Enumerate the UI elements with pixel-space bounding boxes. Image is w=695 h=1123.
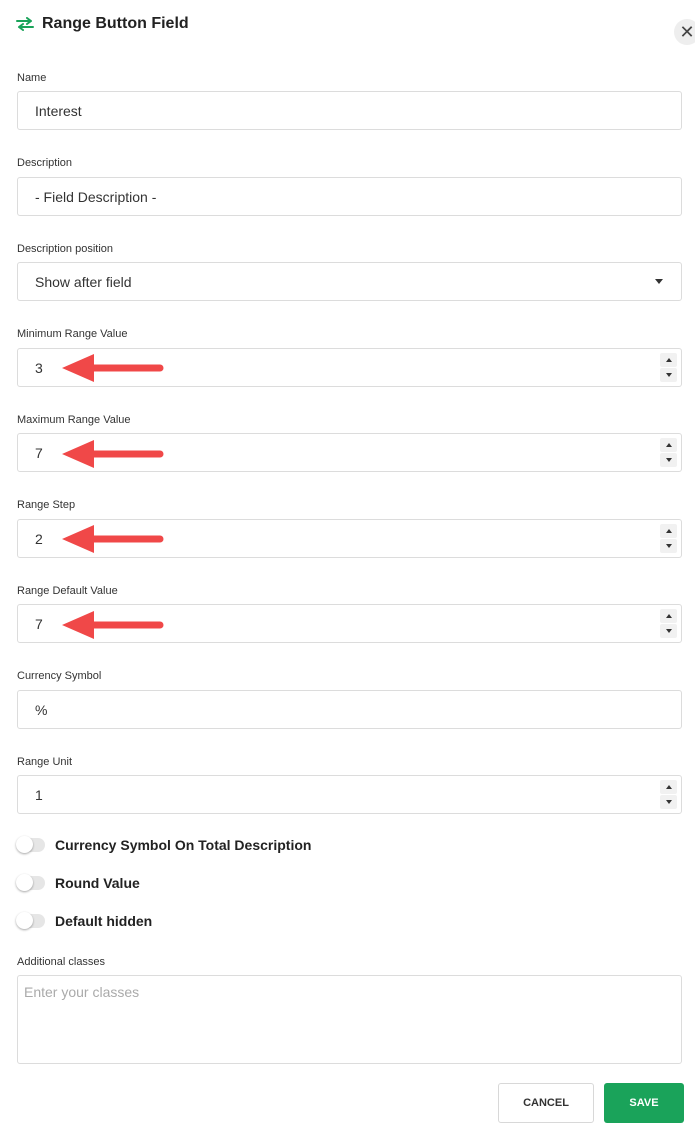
currency-symbol-input[interactable]: %: [17, 690, 682, 729]
round-value-toggle[interactable]: [16, 874, 45, 891]
currency-symbol-label: Currency Symbol: [17, 670, 102, 682]
arrow-down-icon: [665, 544, 672, 548]
decrement-button[interactable]: [660, 368, 677, 382]
decrement-button[interactable]: [660, 453, 677, 467]
decrement-button[interactable]: [660, 624, 677, 638]
description-position-value: Show after field: [35, 274, 132, 290]
description-value: - Field Description -: [35, 189, 157, 205]
max-range-label: Maximum Range Value: [17, 414, 131, 426]
range-unit-value: 1: [35, 787, 43, 803]
save-button[interactable]: SAVE: [604, 1083, 684, 1123]
increment-button[interactable]: [660, 524, 677, 538]
default-hidden-toggle[interactable]: [16, 912, 45, 929]
range-default-value: 7: [35, 616, 43, 632]
range-default-label: Range Default Value: [17, 585, 118, 597]
close-button[interactable]: ✕: [674, 19, 695, 45]
arrow-down-icon: [665, 373, 672, 377]
swap-arrows-icon: [16, 17, 34, 31]
arrow-down-icon: [665, 458, 672, 462]
currency-on-total-toggle[interactable]: [16, 836, 45, 853]
range-step-value: 2: [35, 531, 43, 547]
arrow-up-icon: [665, 529, 672, 533]
decrement-button[interactable]: [660, 539, 677, 553]
additional-classes-input[interactable]: [17, 975, 682, 1064]
name-label: Name: [17, 72, 47, 84]
arrow-up-icon: [665, 358, 672, 362]
annotation-arrow-icon: [62, 525, 164, 553]
close-icon: ✕: [679, 22, 695, 42]
description-label: Description: [17, 157, 73, 169]
range-step-stepper[interactable]: [660, 524, 677, 553]
increment-button[interactable]: [660, 438, 677, 452]
currency-on-total-label: Currency Symbol On Total Description: [55, 837, 312, 853]
arrow-up-icon: [665, 443, 672, 447]
annotation-arrow-icon: [62, 354, 164, 382]
cancel-button[interactable]: CANCEL: [498, 1083, 594, 1123]
annotation-arrow-icon: [62, 440, 164, 468]
increment-button[interactable]: [660, 609, 677, 623]
name-input[interactable]: Interest: [17, 91, 682, 130]
description-position-label: Description position: [17, 243, 113, 255]
toggle-knob: [16, 912, 33, 929]
additional-classes-label: Additional classes: [17, 956, 106, 968]
arrow-up-icon: [665, 785, 672, 789]
toggle-round-value-row: Round Value: [16, 874, 140, 892]
max-range-stepper[interactable]: [660, 438, 677, 467]
range-unit-stepper[interactable]: [660, 780, 677, 809]
increment-button[interactable]: [660, 353, 677, 367]
max-range-value: 7: [35, 445, 43, 461]
arrow-up-icon: [665, 614, 672, 618]
range-step-label: Range Step: [17, 499, 76, 511]
toggle-knob: [16, 874, 33, 891]
decrement-button[interactable]: [660, 795, 677, 809]
description-position-select[interactable]: Show after field: [17, 262, 682, 301]
currency-symbol-value: %: [35, 702, 48, 718]
default-hidden-label: Default hidden: [55, 913, 153, 929]
arrow-down-icon: [665, 800, 672, 804]
dialog-title: Range Button Field: [42, 15, 189, 32]
toggle-currency-on-total-row: Currency Symbol On Total Description: [16, 836, 312, 854]
increment-button[interactable]: [660, 780, 677, 794]
range-unit-input[interactable]: 1: [17, 775, 682, 814]
range-default-stepper[interactable]: [660, 609, 677, 638]
chevron-down-icon: [655, 279, 663, 284]
min-range-value: 3: [35, 360, 43, 376]
toggle-knob: [16, 836, 33, 853]
dialog-header: Range Button Field: [16, 12, 189, 36]
range-unit-label: Range Unit: [17, 756, 73, 768]
name-value: Interest: [35, 103, 82, 119]
arrow-down-icon: [665, 629, 672, 633]
description-input[interactable]: - Field Description -: [17, 177, 682, 216]
annotation-arrow-icon: [62, 611, 164, 639]
round-value-label: Round Value: [55, 875, 140, 891]
min-range-label: Minimum Range Value: [17, 328, 128, 340]
min-range-stepper[interactable]: [660, 353, 677, 382]
toggle-default-hidden-row: Default hidden: [16, 912, 153, 930]
